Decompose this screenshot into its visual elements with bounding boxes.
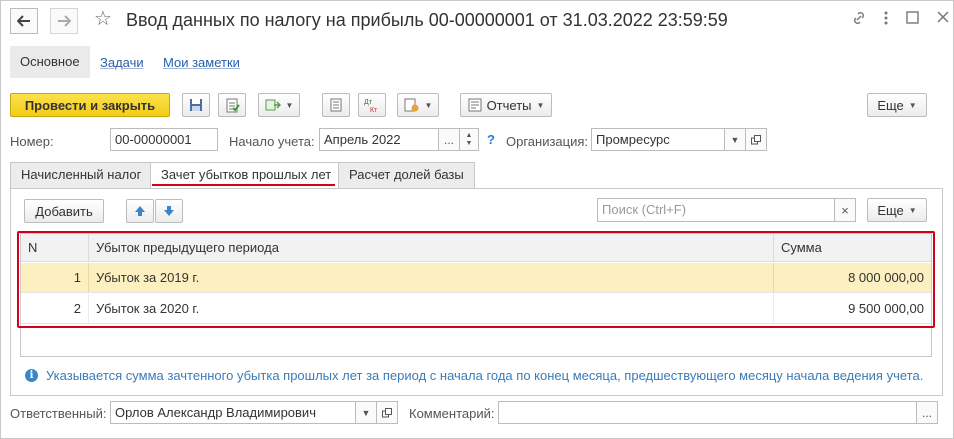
period-stepper[interactable]: ▲ ▼: [459, 128, 479, 151]
row-loss-name: Убыток за 2020 г.: [89, 294, 774, 323]
open-icon: [751, 134, 761, 144]
move-down-button[interactable]: [155, 199, 183, 223]
arrow-down-icon: [164, 206, 174, 216]
more-button[interactable]: Еще ▼: [867, 93, 927, 117]
table-more-label: Еще: [877, 202, 904, 218]
debit-credit-icon: ДтКт: [364, 99, 378, 113]
tab-accrued-tax[interactable]: Начисленный налог: [10, 162, 153, 188]
number-label: Номер:: [10, 134, 54, 149]
chevron-down-icon: ▼: [908, 100, 917, 110]
post-button[interactable]: [218, 93, 246, 117]
debit-credit-button[interactable]: Дт Кт: [358, 93, 386, 117]
help-icon[interactable]: ?: [487, 132, 495, 147]
more-vertical-icon[interactable]: [884, 11, 888, 28]
row-sum: 9 500 000,00: [848, 301, 924, 316]
chevron-down-icon: ▼: [361, 407, 371, 418]
loss-table: N Убыток предыдущего периода Сумма 1 Убы…: [20, 233, 932, 357]
responsible-field[interactable]: Орлов Александр Владимирович: [110, 401, 356, 424]
arrow-left-icon: [17, 15, 30, 27]
start-period-select-button[interactable]: ...: [438, 128, 460, 151]
section-notes-link[interactable]: Мои заметки: [163, 55, 240, 70]
svg-text:Дт: Дт: [364, 99, 373, 106]
more-label: Еще: [877, 97, 904, 113]
post-and-close-button[interactable]: Провести и закрыть: [10, 93, 170, 117]
add-button[interactable]: Добавить: [24, 199, 104, 223]
create-based-on-button[interactable]: ▼: [258, 93, 300, 117]
comment-edit-button[interactable]: ...: [916, 401, 938, 424]
save-icon: [190, 99, 202, 111]
section-main[interactable]: Основное: [10, 46, 90, 78]
table-row[interactable]: 2 Убыток за 2020 г. 9 500 000,00: [21, 294, 931, 324]
responsible-open-button[interactable]: [376, 401, 398, 424]
row-number: 2: [21, 294, 89, 323]
chevron-down-icon: ▼: [730, 134, 740, 145]
organization-dropdown-button[interactable]: ▼: [724, 128, 746, 151]
tab-base-shares[interactable]: Расчет долей базы: [338, 162, 475, 188]
clear-search-button[interactable]: ×: [834, 198, 856, 222]
column-header-n[interactable]: N: [21, 234, 89, 261]
back-button[interactable]: [10, 8, 38, 34]
report-icon: [468, 98, 482, 112]
document-settings-icon: [404, 98, 419, 111]
page-title: Ввод данных по налогу на прибыль 00-0000…: [126, 10, 728, 30]
attachments-button[interactable]: ▼: [397, 93, 439, 117]
column-header-loss[interactable]: Убыток предыдущего периода: [89, 234, 774, 261]
comment-label: Комментарий:: [409, 406, 495, 421]
info-text: Указывается сумма зачтенного убытка прош…: [46, 368, 924, 383]
forward-button[interactable]: [50, 8, 78, 34]
movements-button[interactable]: [322, 93, 350, 117]
organization-open-button[interactable]: [745, 128, 767, 151]
open-icon: [382, 407, 392, 417]
section-tasks-link[interactable]: Задачи: [100, 55, 144, 70]
move-up-button[interactable]: [126, 199, 154, 223]
organization-field[interactable]: Промресурс: [591, 128, 725, 151]
chevron-down-icon: ▼: [285, 100, 294, 110]
arrow-up-icon: [135, 206, 145, 216]
start-label: Начало учета:: [229, 134, 315, 149]
active-tab-highlight: [152, 184, 335, 186]
star-icon[interactable]: ☆: [94, 6, 112, 31]
table-row[interactable]: 1 Убыток за 2019 г. 8 000 000,00: [21, 263, 931, 293]
reports-button[interactable]: Отчеты ▼: [460, 93, 552, 117]
start-period-field[interactable]: Апрель 2022: [319, 128, 439, 151]
reports-label: Отчеты: [486, 97, 532, 113]
chevron-down-icon[interactable]: ▼: [466, 140, 473, 148]
number-field[interactable]: 00-00000001: [110, 128, 218, 151]
post-document-icon: [226, 98, 240, 112]
responsible-label: Ответственный:: [10, 406, 107, 421]
chevron-down-icon: ▼: [536, 100, 545, 110]
save-button[interactable]: [182, 93, 210, 117]
link-icon[interactable]: [852, 11, 866, 28]
responsible-dropdown-button[interactable]: ▼: [355, 401, 377, 424]
list-icon: [330, 98, 342, 112]
search-input[interactable]: Поиск (Ctrl+F): [597, 198, 835, 222]
table-header: N Убыток предыдущего периода Сумма: [21, 234, 931, 262]
row-sum: 8 000 000,00: [848, 270, 924, 285]
row-number: 1: [21, 263, 89, 292]
organization-label: Организация:: [506, 134, 589, 149]
chevron-down-icon: ▼: [908, 205, 917, 215]
chevron-down-icon: ▼: [424, 100, 433, 110]
svg-text:Кт: Кт: [370, 107, 378, 113]
comment-field[interactable]: [498, 401, 917, 424]
chevron-up-icon[interactable]: ▲: [466, 132, 473, 140]
info-icon: i: [25, 369, 38, 382]
column-header-sum[interactable]: Сумма: [774, 234, 931, 261]
row-loss-name: Убыток за 2019 г.: [89, 263, 774, 292]
title-actions: [852, 11, 949, 28]
arrow-right-icon: [58, 15, 71, 27]
square-icon[interactable]: [906, 11, 919, 28]
table-more-button[interactable]: Еще ▼: [867, 198, 927, 222]
close-icon[interactable]: [937, 11, 949, 28]
create-based-icon: [265, 99, 281, 111]
